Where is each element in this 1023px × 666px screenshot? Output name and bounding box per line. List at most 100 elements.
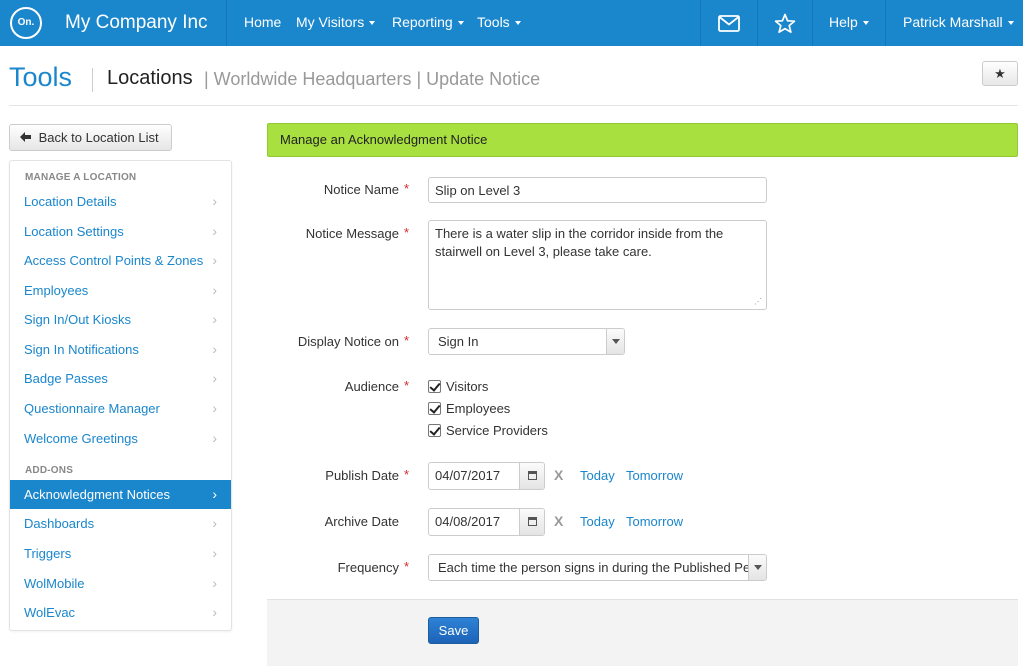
nav-my-visitors[interactable]: My Visitors [296,14,376,30]
calendar-icon [528,517,537,526]
sidebar-item-kiosks[interactable]: Sign In/Out Kiosks › [10,305,231,334]
nav-help[interactable]: Help [829,14,869,30]
required-marker: * [404,225,410,240]
employees-checkbox[interactable] [428,401,441,415]
caret-down-icon [1007,21,1014,26]
chevron-right-icon: › [212,193,217,209]
chevron-right-icon: › [212,515,217,531]
caret-down-icon [369,21,376,26]
chevron-right-icon: › [212,400,217,416]
clear-publish-date-button[interactable]: X [554,467,563,483]
nav-divider [812,0,813,46]
sidebar-item-triggers[interactable]: Triggers › [10,539,231,568]
archive-date-tomorrow-link[interactable]: Tomorrow [626,514,683,529]
sidebar-item-location-details[interactable]: Location Details › [10,187,231,216]
star-outline-icon [774,13,796,33]
audience-service-providers-option[interactable]: Service Providers [428,421,548,439]
chevron-right-icon: › [212,370,217,386]
location-sidebar: MANAGE A LOCATION Location Details › Loca… [9,160,232,631]
page-title: Tools [9,62,73,92]
sidebar-item-welcome-greetings[interactable]: Welcome Greetings › [10,424,231,453]
required-marker: * [404,333,410,348]
sidebar-item-wolevac[interactable]: WolEvac › [10,598,231,627]
frequency-label: Frequency [337,560,399,575]
nav-tools[interactable]: Tools [477,14,521,30]
display-notice-on-label: Display Notice on [297,334,399,349]
publish-date-today-link[interactable]: Today [580,468,615,483]
favorite-page-button[interactable]: ★ [982,61,1018,86]
required-marker: * [404,559,410,574]
sidebar-item-badge-passes[interactable]: Badge Passes › [10,364,231,393]
chevron-right-icon: › [212,223,217,239]
envelope-icon [718,14,740,32]
publish-date-label: Publish Date [325,468,399,483]
save-button[interactable]: Save [428,617,479,644]
sidebar-section-manage: MANAGE A LOCATION [25,172,137,183]
required-marker: * [404,378,410,393]
chevron-right-icon: › [212,311,217,327]
nav-home[interactable]: Home [244,14,281,30]
nav-divider [226,0,227,46]
audience-label: Audience [344,379,399,394]
back-to-location-list-button[interactable]: Back to Location List [9,124,172,151]
panel-heading: Manage an Acknowledgment Notice [267,123,1018,157]
chevron-right-icon: › [212,341,217,357]
chevron-right-icon: › [212,430,217,446]
publish-date-input[interactable]: 04/07/2017 [428,462,545,490]
breadcrumb-trail: | Worldwide Headquarters | Update Notice [204,69,541,89]
chevron-right-icon: › [212,282,217,298]
archive-date-calendar-button[interactable] [519,509,544,535]
sidebar-item-access-control[interactable]: Access Control Points & Zones › [10,246,231,275]
notice-name-input[interactable] [428,177,767,203]
audience-visitors-option[interactable]: Visitors [428,377,488,395]
caret-down-icon [862,21,869,26]
calendar-icon [528,471,537,480]
service-providers-checkbox[interactable] [428,423,441,437]
messages-button[interactable] [701,0,757,46]
notice-name-label: Notice Name [323,182,399,197]
publish-date-tomorrow-link[interactable]: Tomorrow [626,468,683,483]
sidebar-item-wolmobile[interactable]: WolMobile › [10,569,231,598]
required-marker: * [404,181,410,196]
chevron-right-icon: › [212,604,217,620]
caret-down-icon [457,21,464,26]
title-divider [92,68,93,92]
sidebar-item-acknowledgment-notices[interactable]: Acknowledgment Notices › [10,480,231,509]
frequency-select[interactable]: Each time the person signs in during the… [428,554,767,581]
notice-message-textarea[interactable]: There is a water slip in the corridor in… [428,220,767,310]
chevron-right-icon: › [212,252,217,268]
archive-date-input[interactable]: 04/08/2017 [428,508,545,536]
chevron-right-icon: › [212,545,217,561]
notice-message-label: Notice Message [305,226,399,241]
sidebar-item-questionnaire-manager[interactable]: Questionnaire Manager › [10,394,231,423]
sidebar-section-addons: ADD-ONS [25,465,74,476]
audience-employees-option[interactable]: Employees [428,399,510,417]
chevron-right-icon: › [212,486,217,502]
display-notice-on-select[interactable]: Sign In [428,328,625,355]
sidebar-item-sign-in-notifications[interactable]: Sign In Notifications › [10,335,231,364]
favorites-button[interactable] [758,0,812,46]
top-navbar: On. My Company Inc Home My Visitors Repo… [0,0,1023,46]
dropdown-arrow-icon [748,555,766,580]
brand-name[interactable]: My Company Inc [65,12,208,34]
user-menu[interactable]: Patrick Marshall [903,14,1014,30]
header-divider [9,105,1018,106]
sidebar-item-dashboards[interactable]: Dashboards › [10,509,231,538]
required-marker: * [404,467,410,482]
sidebar-item-employees[interactable]: Employees › [10,276,231,305]
sidebar-item-location-settings[interactable]: Location Settings › [10,217,231,246]
dropdown-arrow-icon [606,329,624,354]
archive-date-today-link[interactable]: Today [580,514,615,529]
resize-grip-icon[interactable]: ⋰ [754,297,764,307]
company-logo[interactable]: On. [10,7,42,39]
clear-archive-date-button[interactable]: X [554,513,563,529]
visitors-checkbox[interactable] [428,379,441,393]
form-footer [267,599,1018,666]
archive-date-label: Archive Date [324,514,399,529]
arrow-left-icon [20,132,31,142]
caret-down-icon [514,21,521,26]
chevron-right-icon: › [212,575,217,591]
nav-reporting[interactable]: Reporting [392,14,464,30]
star-icon: ★ [994,66,1006,81]
publish-date-calendar-button[interactable] [519,463,544,489]
